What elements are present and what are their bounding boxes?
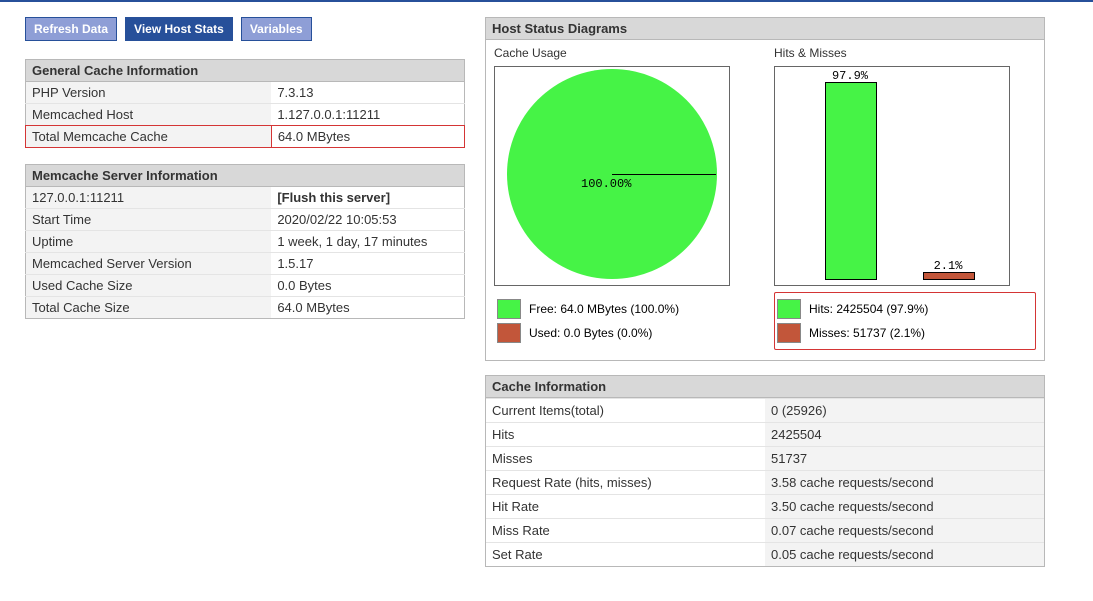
row-value: 1.5.17 [271,253,464,275]
pie-label: 100.00% [581,177,631,191]
row-label: Start Time [26,209,272,231]
hits-misses-chart: Hits & Misses 97.9% 2.1% Hits: 2425504 (… [774,44,1036,350]
bar-hits-label: 97.9% [820,69,880,83]
server-host: 127.0.0.1:11211 [26,187,272,209]
cache-usage-title: Cache Usage [494,46,756,60]
table-row: Uptime 1 week, 1 day, 17 minutes [26,231,465,253]
swatch-used-icon [497,323,521,343]
table-row: Used Cache Size 0.0 Bytes [26,275,465,297]
table-row: Set Rate 0.05 cache requests/second [486,543,1044,567]
legend-row: Hits: 2425504 (97.9%) [777,297,1031,321]
usage-legend: Free: 64.0 MBytes (100.0%) Used: 0.0 Byt… [494,292,756,350]
row-label: Memcached Server Version [26,253,272,275]
host-status-diagrams-panel: Host Status Diagrams Cache Usage 100.00%… [485,17,1045,361]
table-row: Hits 2425504 [486,423,1044,447]
general-cache-info-table: General Cache Information PHP Version 7.… [25,59,465,148]
toolbar: Refresh Data View Host Stats Variables [25,17,465,41]
hm-legend: Hits: 2425504 (97.9%) Misses: 51737 (2.1… [774,292,1036,350]
row-label: Hit Rate [486,495,765,519]
row-value: 2020/02/22 10:05:53 [271,209,464,231]
legend-row: Used: 0.0 Bytes (0.0%) [497,321,751,345]
row-label: Miss Rate [486,519,765,543]
row-label: Request Rate (hits, misses) [486,471,765,495]
bar-hits [825,82,877,280]
table-row: Total Cache Size 64.0 MBytes [26,297,465,319]
row-value: 1.127.0.0.1:11211 [271,104,464,126]
cache-usage-chart: Cache Usage 100.00% Free: 64.0 MBytes (1… [494,44,756,350]
legend-free: Free: 64.0 MBytes (100.0%) [529,302,679,316]
table-row: Memcached Host 1.127.0.0.1:11211 [26,104,465,126]
row-value: 0.0 Bytes [271,275,464,297]
table-row: Misses 51737 [486,447,1044,471]
table-row: Memcached Server Version 1.5.17 [26,253,465,275]
variables-button[interactable]: Variables [241,17,312,41]
cache-information-panel: Cache Information Current Items(total) 0… [485,375,1045,567]
diagrams-header: Host Status Diagrams [486,18,1044,40]
row-label: Hits [486,423,765,447]
memcache-server-info-table: Memcache Server Information 127.0.0.1:11… [25,164,465,319]
table-row: Request Rate (hits, misses) 3.58 cache r… [486,471,1044,495]
row-value: 1 week, 1 day, 17 minutes [271,231,464,253]
row-value: 0.07 cache requests/second [765,519,1044,543]
swatch-misses-icon [777,323,801,343]
host-stats-button[interactable]: View Host Stats [125,17,233,41]
row-label: Current Items(total) [486,399,765,423]
row-label: Used Cache Size [26,275,272,297]
row-label: Total Memcache Cache [26,126,272,148]
server-header: Memcache Server Information [26,165,465,187]
legend-row: Misses: 51737 (2.1%) [777,321,1031,345]
cacheinfo-header: Cache Information [486,376,1044,398]
row-label: Set Rate [486,543,765,567]
general-header: General Cache Information [26,60,465,82]
bar-misses [923,272,975,280]
row-value: 3.58 cache requests/second [765,471,1044,495]
row-label: Misses [486,447,765,471]
row-value: 0.05 cache requests/second [765,543,1044,567]
row-value: 64.0 MBytes [271,297,464,319]
table-row: 127.0.0.1:11211 [Flush this server] [26,187,465,209]
table-row: Start Time 2020/02/22 10:05:53 [26,209,465,231]
row-value: 7.3.13 [271,82,464,104]
legend-used: Used: 0.0 Bytes (0.0%) [529,326,652,340]
row-value: 0 (25926) [765,399,1044,423]
cache-info-table: Current Items(total) 0 (25926) Hits 2425… [486,398,1044,566]
swatch-free-icon [497,299,521,319]
row-value: 3.50 cache requests/second [765,495,1044,519]
refresh-button[interactable]: Refresh Data [25,17,117,41]
flush-server-link[interactable]: [Flush this server] [277,190,390,205]
swatch-hits-icon [777,299,801,319]
bar-chart: 97.9% 2.1% [774,66,1010,286]
hits-misses-title: Hits & Misses [774,46,1036,60]
row-value: 64.0 MBytes [271,126,464,148]
table-row: PHP Version 7.3.13 [26,82,465,104]
legend-row: Free: 64.0 MBytes (100.0%) [497,297,751,321]
table-row: Miss Rate 0.07 cache requests/second [486,519,1044,543]
row-value: 51737 [765,447,1044,471]
table-row: Current Items(total) 0 (25926) [486,399,1044,423]
table-row-highlighted: Total Memcache Cache 64.0 MBytes [26,126,465,148]
legend-misses: Misses: 51737 (2.1%) [809,326,925,340]
row-value: 2425504 [765,423,1044,447]
row-label: PHP Version [26,82,272,104]
pie-chart: 100.00% [494,66,730,286]
row-label: Uptime [26,231,272,253]
legend-hits: Hits: 2425504 (97.9%) [809,302,928,316]
row-label: Memcached Host [26,104,272,126]
table-row: Hit Rate 3.50 cache requests/second [486,495,1044,519]
bar-misses-label: 2.1% [918,259,978,273]
row-label: Total Cache Size [26,297,272,319]
